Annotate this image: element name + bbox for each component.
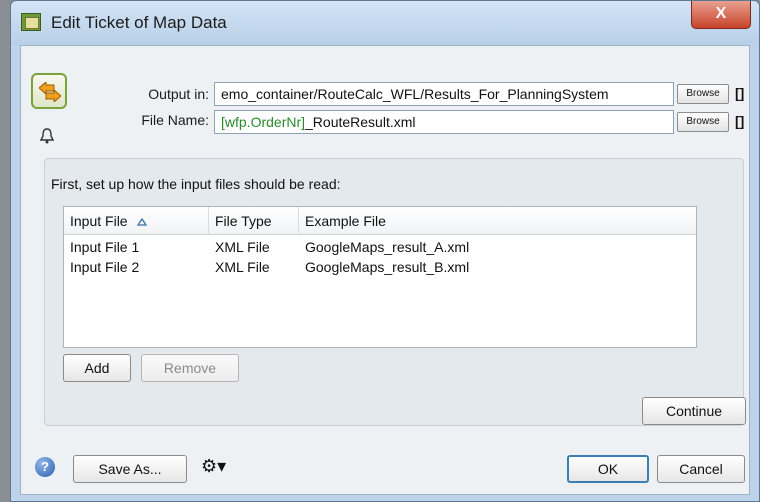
file-name-variable: [wfp.OrderNr] <box>221 114 306 130</box>
cancel-button[interactable]: Cancel <box>657 455 745 483</box>
output-in-field[interactable]: emo_container/RouteCalc_WFL/Results_For_… <box>214 82 674 106</box>
cell-file-type: XML File <box>215 259 270 275</box>
window-title: Edit Ticket of Map Data <box>51 13 227 32</box>
remove-button[interactable]: Remove <box>141 354 239 382</box>
output-in-label: Output in: <box>148 86 209 102</box>
cell-input-file: Input File 1 <box>70 239 140 255</box>
dialog-body: Output in: emo_container/RouteCalc_WFL/R… <box>20 45 750 495</box>
help-icon[interactable]: ? <box>35 457 55 477</box>
browse-file-name-button[interactable]: Browse <box>677 112 729 132</box>
bell-icon[interactable] <box>39 128 55 144</box>
table-header: Input File File Type Example File <box>64 207 696 235</box>
save-as-button[interactable]: Save As... <box>73 455 187 483</box>
column-header-file-type[interactable]: File Type <box>209 207 299 235</box>
ok-button[interactable]: OK <box>567 455 649 483</box>
output-variable-button[interactable]: [] <box>735 85 744 101</box>
file-name-suffix: _RouteResult.xml <box>305 114 416 130</box>
dialog-window: Edit Ticket of Map Data X Output in: emo… <box>10 0 760 502</box>
file-name-variable-button[interactable]: [] <box>735 113 744 129</box>
sort-up-icon <box>137 217 148 229</box>
cell-input-file: Input File 2 <box>70 259 140 275</box>
title-bar: Edit Ticket of Map Data X <box>11 1 759 45</box>
app-icon <box>21 13 41 31</box>
browse-output-button[interactable]: Browse <box>677 84 729 104</box>
file-name-label: File Name: <box>141 112 209 128</box>
gear-icon[interactable]: ⚙▾ <box>201 456 237 478</box>
close-icon[interactable]: X <box>691 1 751 29</box>
swap-arrows-icon[interactable] <box>31 73 67 109</box>
column-header-label: Input File <box>70 213 128 229</box>
cell-example-file: GoogleMaps_result_B.xml <box>305 259 470 275</box>
add-button[interactable]: Add <box>63 354 131 382</box>
cell-file-type: XML File <box>215 239 270 255</box>
column-header-example-file[interactable]: Example File <box>299 207 698 235</box>
input-files-table: Input File File Type Example File Input … <box>63 206 697 348</box>
file-name-field[interactable]: [wfp.OrderNr]_RouteResult.xml <box>214 110 674 134</box>
cell-example-file: GoogleMaps_result_A.xml <box>305 239 470 255</box>
continue-button[interactable]: Continue <box>642 397 746 425</box>
input-files-intro: First, set up how the input files should… <box>51 176 341 192</box>
column-header-input-file[interactable]: Input File <box>64 207 209 235</box>
